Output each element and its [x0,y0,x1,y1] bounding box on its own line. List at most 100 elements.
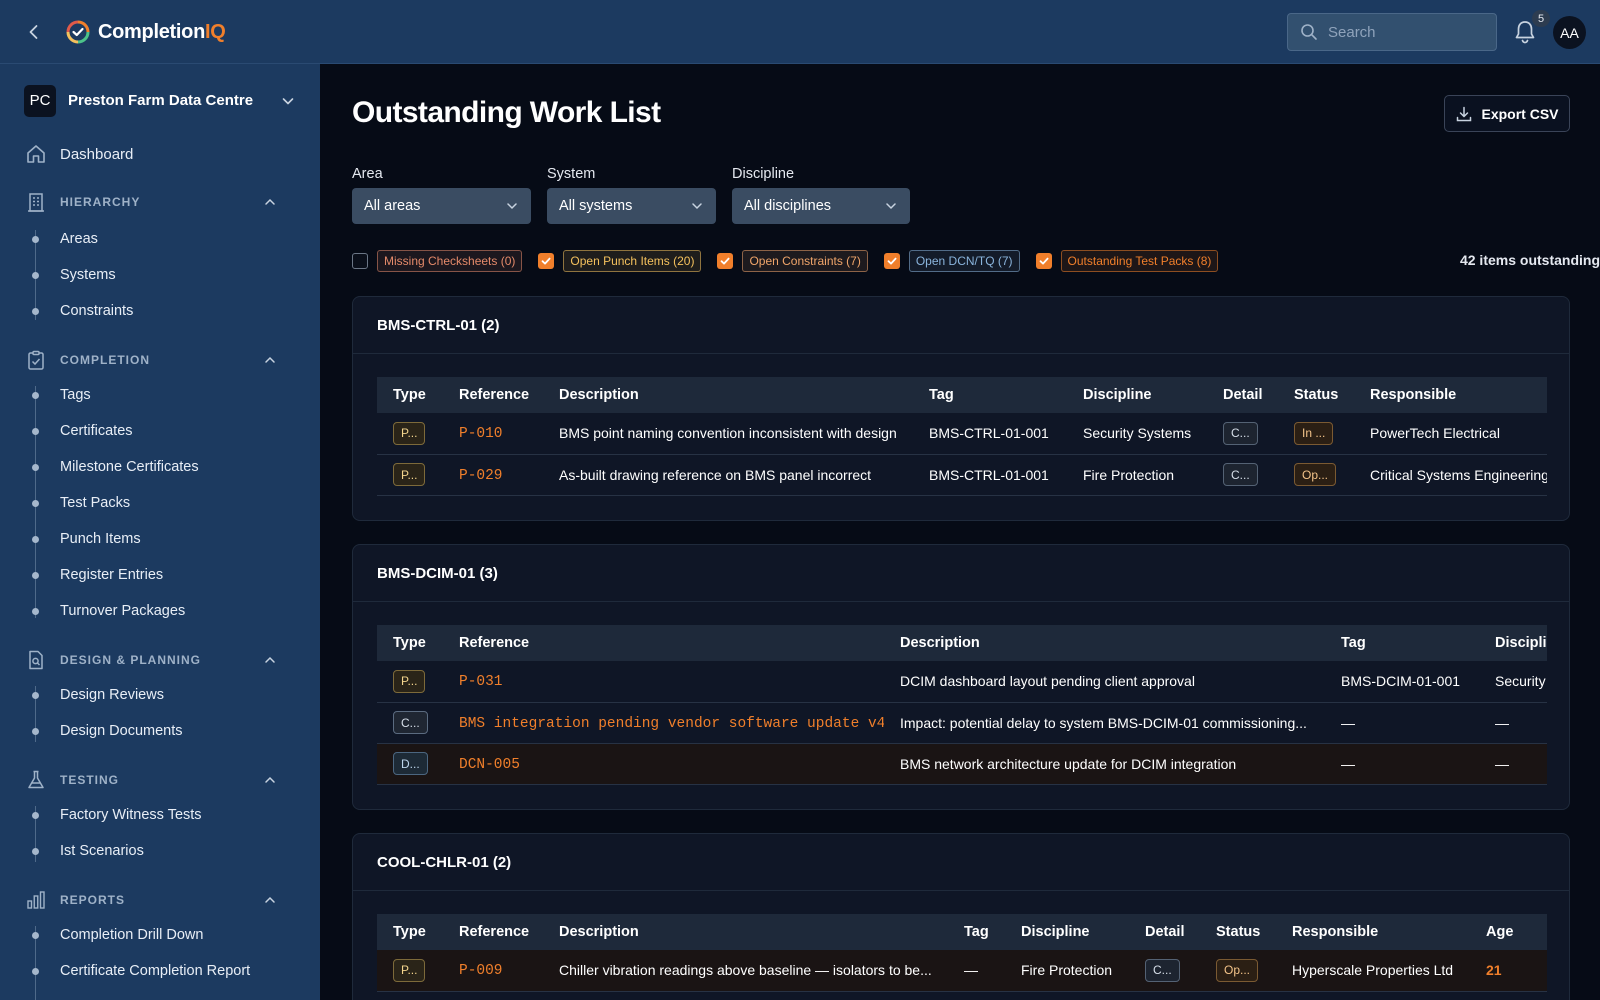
system-select[interactable]: All systems [547,188,716,224]
column-header[interactable]: Detail [1129,914,1200,950]
user-avatar[interactable]: AA [1553,16,1586,49]
chevron-up-icon [262,652,278,668]
sidebar-item-ist-scenarios[interactable]: Ist Scenarios [0,836,320,866]
column-header[interactable]: Discipli [1479,625,1547,661]
reference-link[interactable]: P-031 [459,674,503,690]
type-badge[interactable]: P... [393,958,426,982]
chevron-down-icon [282,97,294,104]
table-row[interactable]: P... P-029 As-built drawing reference on B… [377,454,1547,496]
sidebar-item-label: Turnover Packages [60,603,186,619]
reference-link[interactable]: P-009 [459,963,503,979]
export-label: Export CSV [1481,105,1559,122]
discipline-select[interactable]: All disciplines [732,188,910,224]
sidebar-item-systems[interactable]: Systems [0,260,320,290]
sidebar-section-hierarchy[interactable]: HIERARCHY [0,186,320,218]
sidebar-item-constraints[interactable]: Constraints [0,296,320,326]
table-row[interactable]: P... P-031 DCIM dashboard layout pending c… [377,661,1547,703]
column-header[interactable]: Tag [948,914,1005,950]
sidebar-section-design-planning[interactable]: DESIGN & PLANNING [0,644,320,676]
table-row[interactable]: C... BMS integration pending vendor softw… [377,702,1547,744]
group-title[interactable]: BMS-CTRL-01 (2) [353,297,1569,354]
table-row[interactable]: P... P-009 Chiller vibration readings abov… [377,950,1547,992]
search-box[interactable] [1287,13,1497,51]
sidebar-item-certificates[interactable]: Certificates [0,416,320,446]
sidebar-item-design-reviews[interactable]: Design Reviews [0,680,320,710]
work-table: Type Reference Description Tag Discipline Det… [377,914,1547,992]
column-header[interactable]: Reference [443,625,884,661]
column-header[interactable]: Age [1470,914,1528,950]
column-header[interactable]: Responsible [1276,914,1470,950]
group-title[interactable]: COOL-CHLR-01 (2) [353,834,1569,891]
sidebar-item-areas[interactable]: Areas [0,224,320,254]
chip-checkbox[interactable] [717,253,734,269]
column-header[interactable]: Reference [443,914,543,950]
sidebar-item-turnover-packages[interactable]: Turnover Packages [0,596,320,626]
sidebar-section-testing[interactable]: TESTING [0,764,320,796]
status-badge[interactable]: Op... [1294,463,1337,486]
filter-chip[interactable]: Outstanding Test Packs (8) [1060,250,1219,272]
column-header[interactable]: Detail [1207,377,1278,413]
sidebar-item-design-documents[interactable]: Design Documents [0,716,320,746]
type-badge[interactable]: P... [393,421,426,445]
sidebar-section-completion[interactable]: COMPLETION [0,344,320,376]
group-title[interactable]: BMS-DCIM-01 (3) [353,545,1569,602]
search-input[interactable] [1328,23,1478,41]
desc-cell: Impact: potential delay to system BMS-DC… [884,702,1325,744]
detail-badge[interactable]: C... [1145,958,1180,982]
column-header-overflow [1528,914,1547,950]
type-badge[interactable]: C... [393,711,428,734]
column-header[interactable]: Status [1200,914,1276,950]
sidebar-item-test-packs[interactable]: Test Packs [0,488,320,518]
status-badge[interactable]: In ... [1294,421,1334,445]
table-row[interactable]: P... P-010 BMS point naming convention inc… [377,413,1547,455]
status-badge[interactable]: Op... [1216,958,1259,982]
reference-link[interactable]: P-029 [459,468,503,484]
reference-link[interactable]: DCN-005 [459,757,520,773]
type-badge[interactable]: P... [393,463,426,486]
area-select[interactable]: All areas [352,188,531,224]
column-header[interactable]: Discipline [1067,377,1207,413]
column-header[interactable]: Description [884,625,1325,661]
reference-cell: BMS integration pending vendor software … [443,702,884,744]
column-header[interactable]: Tag [913,377,1067,413]
filter-chip[interactable]: Open Punch Items (20) [563,250,702,272]
sidebar-item-register-entries[interactable]: Register Entries [0,560,320,590]
chip-checkbox[interactable] [538,253,555,269]
column-header[interactable]: Tag [1325,625,1479,661]
sidebar-item-factory-witness-tests[interactable]: Factory Witness Tests [0,800,320,830]
table-row[interactable]: D... DCN-005 BMS network architecture upda… [377,743,1547,785]
type-badge[interactable]: D... [393,752,428,775]
project-selector[interactable]: PC Preston Farm Data Centre [24,84,296,117]
reference-link[interactable]: BMS integration pending vendor software … [459,716,884,732]
column-header[interactable]: Discipline [1005,914,1129,950]
sidebar: PC Preston Farm Data Centre Dashboard HI… [0,64,320,1000]
sidebar-item-tags[interactable]: Tags [0,380,320,410]
filter-chip[interactable]: Open DCN/TQ (7) [908,250,1020,272]
sidebar-item-certificate-completion-report[interactable]: Certificate Completion Report [0,956,320,986]
type-badge[interactable]: P... [393,669,426,693]
column-header[interactable]: Type [377,377,443,413]
chip-checkbox[interactable] [352,253,368,269]
filter-chip[interactable]: Open Constraints (7) [742,250,868,272]
column-header[interactable]: Status [1278,377,1354,413]
app-logo[interactable]: CompletionIQ [66,20,226,44]
sidebar-item-dashboard[interactable]: Dashboard [0,138,320,170]
column-header[interactable]: Reference [443,377,543,413]
detail-badge[interactable]: C... [1223,421,1258,445]
filter-chip[interactable]: Missing Checksheets (0) [377,250,523,272]
chip-checkbox[interactable] [1035,253,1052,269]
column-header[interactable]: Responsible [1354,377,1547,413]
chip-checkbox[interactable] [883,253,900,269]
export-csv-button[interactable]: Export CSV [1444,95,1570,132]
sidebar-item-completion-drill-down[interactable]: Completion Drill Down [0,920,320,950]
detail-badge[interactable]: C... [1223,463,1258,486]
column-header[interactable]: Description [543,377,913,413]
column-header[interactable]: Description [543,914,948,950]
sidebar-section-reports[interactable]: REPORTS [0,884,320,916]
reference-link[interactable]: P-010 [459,426,503,442]
column-header[interactable]: Type [377,914,443,950]
column-header[interactable]: Type [377,625,443,661]
sidebar-item-punch-items[interactable]: Punch Items [0,524,320,554]
back-button[interactable] [22,20,46,44]
sidebar-item-milestone-certificates[interactable]: Milestone Certificates [0,452,320,482]
